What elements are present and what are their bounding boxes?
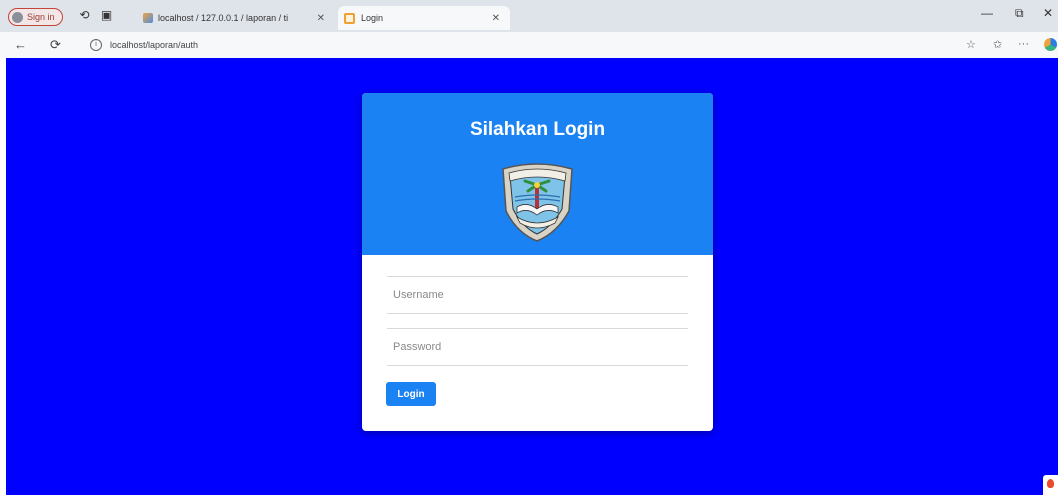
- signin-label: Sign in: [27, 12, 55, 22]
- login-form: Login: [362, 255, 713, 431]
- flame-icon: [1047, 479, 1054, 488]
- username-field[interactable]: [387, 276, 688, 314]
- history-icon[interactable]: ⟲: [78, 9, 91, 22]
- password-input[interactable]: [387, 329, 688, 365]
- phpmyadmin-favicon-icon: [143, 13, 153, 23]
- tab-title: localhost / 127.0.0.1 / laporan / ti: [158, 13, 289, 23]
- school-emblem: [502, 163, 573, 242]
- login-card-header: Silahkan Login: [362, 93, 713, 255]
- edge-copilot-icon[interactable]: [1044, 38, 1057, 51]
- close-tab-icon[interactable]: ✕: [317, 13, 325, 24]
- url-field[interactable]: i localhost/laporan/auth: [86, 36, 946, 54]
- maximize-icon[interactable]: ⧉: [1015, 6, 1024, 21]
- password-field[interactable]: [387, 328, 688, 366]
- back-arrow-icon[interactable]: ←: [14, 37, 27, 53]
- login-button[interactable]: Login: [386, 382, 436, 406]
- profile-avatar-icon: [12, 11, 23, 23]
- info-icon[interactable]: i: [90, 39, 102, 51]
- tab-actions-icon[interactable]: ▣: [100, 9, 113, 22]
- favorites-icon[interactable]: ✩: [993, 38, 1002, 51]
- signin-button[interactable]: Sign in: [8, 8, 63, 26]
- page-background: Silahkan Login Login: [6, 58, 1058, 495]
- address-bar: ← ⟳ i localhost/laporan/auth ☆ ✩ ···: [0, 32, 1058, 58]
- minimize-icon[interactable]: —: [981, 6, 993, 20]
- star-icon[interactable]: ☆: [966, 38, 976, 51]
- tab-title: Login: [361, 13, 384, 23]
- login-favicon-icon: [344, 12, 355, 24]
- browser-tab-bar: Sign in ⟲ ▣ localhost / 127.0.0.1 / lapo…: [0, 0, 1058, 32]
- close-window-icon[interactable]: ✕: [1043, 6, 1053, 20]
- refresh-icon[interactable]: ⟳: [50, 37, 61, 53]
- username-input[interactable]: [387, 277, 688, 313]
- close-tab-icon[interactable]: ✕: [492, 13, 500, 24]
- login-title: Silahkan Login: [469, 119, 606, 140]
- tab-login[interactable]: Login ✕: [338, 6, 510, 30]
- more-icon[interactable]: ···: [1018, 38, 1029, 50]
- login-card: Silahkan Login Login: [362, 93, 713, 431]
- notification-icon[interactable]: [1043, 475, 1058, 495]
- url-text: localhost/laporan/auth: [110, 40, 199, 50]
- tab-phpmyadmin[interactable]: localhost / 127.0.0.1 / laporan / ti ✕: [137, 6, 335, 30]
